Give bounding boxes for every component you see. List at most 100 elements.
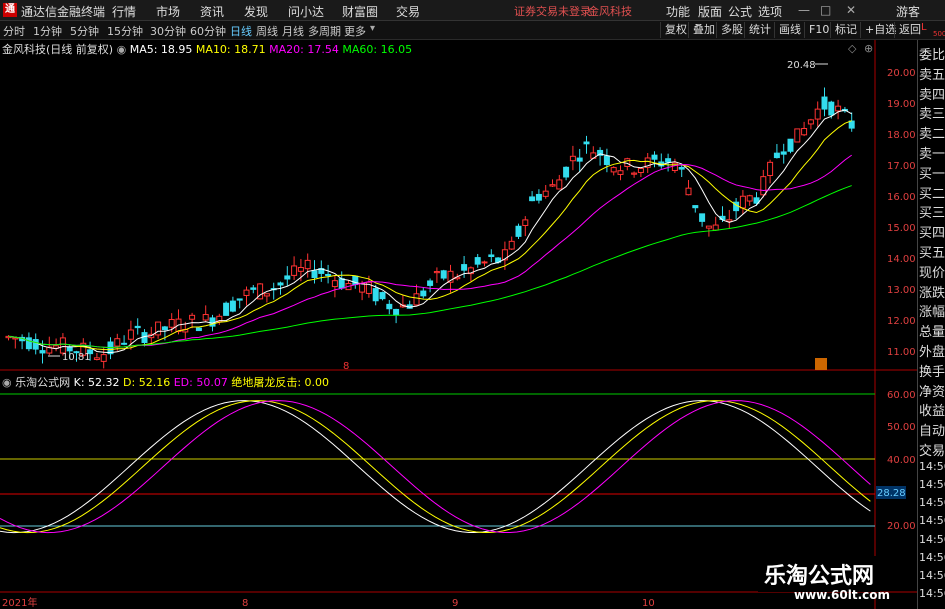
- price-tick: 19.00: [887, 99, 916, 110]
- candle-body: [189, 314, 196, 320]
- tool-restore-rights-button[interactable]: 复权: [660, 22, 691, 38]
- indicator-tick: 20.00: [887, 521, 916, 532]
- period-tab-weekly[interactable]: 周线: [256, 23, 278, 39]
- user-guest[interactable]: 游客: [896, 3, 920, 20]
- period-tab-5min[interactable]: 5分钟: [70, 23, 99, 39]
- candle-body: [263, 293, 270, 297]
- menu-discover[interactable]: 发现: [244, 3, 268, 20]
- menu-market[interactable]: 市场: [156, 3, 180, 20]
- price-tick: 13.00: [887, 285, 916, 296]
- candle-body: [692, 205, 699, 209]
- menu-formula[interactable]: 公式: [728, 3, 752, 20]
- candle-body: [372, 288, 379, 302]
- tool-mark-button[interactable]: 标记: [830, 22, 861, 38]
- candle-body: [780, 151, 787, 155]
- x-tick: 9: [452, 598, 458, 609]
- period-tab-monthly[interactable]: 月线: [282, 23, 304, 39]
- indicator-tick: 40.00: [887, 455, 916, 466]
- period-tab-daily[interactable]: 日线: [230, 23, 252, 39]
- side-panel-item: 14:56: [919, 550, 945, 564]
- watermark-url: www.60lt.com: [794, 588, 891, 602]
- period-tab-intraday[interactable]: 分时: [3, 23, 25, 39]
- candle-body: [801, 127, 808, 136]
- period-tab-15min[interactable]: 15分钟: [107, 23, 143, 39]
- tool-draw-button[interactable]: 画线: [774, 22, 805, 38]
- tool-overlay-button[interactable]: 叠加: [688, 22, 719, 38]
- candle-body: [481, 261, 488, 264]
- app-title: 通达信金融终端: [21, 5, 106, 19]
- candle-body: [229, 300, 236, 312]
- menu-options[interactable]: 选项: [758, 3, 782, 20]
- candle-body: [760, 176, 767, 196]
- candle-body: [127, 329, 134, 340]
- kline-chart[interactable]: 20.48 10.81 8 20.00 19.00 18.00 17.00 16…: [0, 40, 917, 609]
- candle-body: [297, 267, 304, 272]
- candle-body: [386, 303, 393, 310]
- menu-trade[interactable]: 交易: [396, 3, 420, 20]
- side-panel-item: 买五: [919, 246, 945, 261]
- side-panel-item: 买三: [919, 206, 945, 222]
- side-panel-item: 自动: [919, 424, 945, 440]
- side-panel-item: 卖五: [919, 67, 945, 83]
- candle-body: [529, 196, 536, 202]
- candle-body: [114, 338, 121, 347]
- candle-body: [427, 280, 434, 286]
- candle-body: [515, 225, 522, 237]
- candle-body: [848, 120, 855, 129]
- chevron-down-icon[interactable]: ▾: [370, 23, 375, 34]
- x-tick: 2021年: [2, 596, 37, 609]
- candle-body: [100, 354, 107, 362]
- period-tab-1min[interactable]: 1分钟: [33, 23, 62, 39]
- candle-body: [59, 337, 66, 354]
- candle-body: [195, 327, 202, 332]
- price-tick: 15.00: [887, 223, 916, 234]
- price-tick: 16.00: [887, 192, 916, 203]
- menu-assistant[interactable]: 问小达: [288, 3, 324, 20]
- menu-function[interactable]: 功能: [666, 3, 690, 20]
- indicator-lines-group: [0, 400, 871, 534]
- tool-f10-button[interactable]: F10: [804, 22, 833, 38]
- candle-body: [420, 290, 427, 297]
- candle-body: [712, 224, 719, 231]
- candle-body: [250, 287, 257, 290]
- menu-layout[interactable]: 版面: [698, 3, 722, 20]
- close-icon[interactable]: ✕: [846, 3, 856, 17]
- period-tab-more[interactable]: 更多: [344, 23, 366, 39]
- side-panel-item: 交易: [919, 444, 945, 459]
- candle-body: [311, 270, 318, 278]
- side-panel-item: 14:56: [919, 514, 945, 528]
- candle-body: [488, 254, 495, 257]
- side-corner-500: 500: [933, 30, 945, 38]
- period-tab-multi[interactable]: 多周期: [308, 23, 341, 39]
- candle-body: [610, 167, 617, 173]
- ed-line: [0, 400, 871, 534]
- candle-body: [304, 259, 311, 270]
- candle-body: [835, 105, 842, 112]
- ma20-line: [8, 154, 852, 349]
- candle-body: [651, 154, 658, 160]
- candle-body: [393, 308, 400, 316]
- candle-body: [773, 152, 780, 159]
- tool-multi-stock-button[interactable]: 多股: [716, 22, 747, 38]
- candle-body: [576, 157, 583, 162]
- tool-stats-button[interactable]: 统计: [744, 22, 775, 38]
- window-stock-title: 金风科技: [588, 5, 632, 18]
- side-panel-item: 涨跌: [919, 285, 945, 301]
- candle-body: [359, 282, 366, 293]
- period-tab-60min[interactable]: 60分钟: [190, 23, 226, 39]
- menu-wealth[interactable]: 财富圈: [342, 3, 378, 20]
- price-tick: 18.00: [887, 130, 916, 141]
- side-panel-item: 买一: [919, 166, 945, 182]
- minimize-icon[interactable]: —: [798, 3, 810, 17]
- candle-body: [828, 101, 835, 116]
- menu-news[interactable]: 资讯: [200, 3, 224, 20]
- maximize-icon[interactable]: □: [820, 3, 831, 17]
- menu-quotes[interactable]: 行情: [112, 3, 136, 20]
- candle-body: [569, 155, 576, 162]
- candle-body: [338, 278, 345, 289]
- candle-body: [522, 219, 529, 226]
- period-tab-30min[interactable]: 30分钟: [150, 23, 186, 39]
- side-panel-item: 14:56: [919, 496, 945, 510]
- candle-body: [25, 337, 32, 350]
- candle-body: [705, 225, 712, 229]
